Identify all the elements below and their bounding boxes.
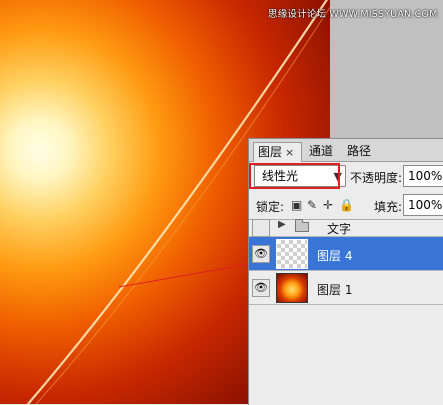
lock-row: 锁定: ▣ ✎ ✛ 🔒 填充: 100% bbox=[249, 193, 443, 220]
watermark: 思缘设计论坛 WWW.MISSYUAN.COM bbox=[268, 9, 438, 20]
expand-arrow-icon[interactable]: ▶ bbox=[278, 219, 286, 230]
lock-image-icon[interactable]: ✎ bbox=[307, 198, 317, 212]
layer-name: 文字 bbox=[327, 222, 352, 236]
blend-row: 线性光 ▼ 不透明度: 100% bbox=[249, 162, 443, 192]
layer-row-group[interactable]: ▶ 文字 bbox=[249, 219, 443, 237]
eye-icon[interactable]: 👁 bbox=[252, 279, 270, 297]
layers-panel: 图层 × 通道 路径 线性光 ▼ 不透明度: 100% 锁定: ▣ ✎ ✛ 🔒 填… bbox=[248, 138, 443, 405]
tab-layers[interactable]: 图层 × bbox=[253, 142, 302, 162]
lock-position-icon[interactable]: ✛ bbox=[323, 198, 333, 212]
close-icon[interactable]: × bbox=[285, 146, 294, 159]
tab-paths-label: 路径 bbox=[347, 144, 372, 158]
panel-tabs: 图层 × 通道 路径 bbox=[249, 139, 443, 162]
fill-input[interactable]: 100% bbox=[403, 194, 443, 216]
layer-name: 图层 4 bbox=[317, 249, 353, 263]
tab-channels[interactable]: 通道 bbox=[305, 142, 341, 161]
tab-layers-label: 图层 bbox=[258, 145, 283, 159]
lock-transparent-icon[interactable]: ▣ bbox=[291, 198, 302, 212]
layer-row-selected[interactable]: 👁 图层 4 bbox=[249, 237, 443, 271]
layer-thumbnail bbox=[276, 239, 308, 269]
eye-icon[interactable]: 👁 bbox=[252, 245, 270, 263]
highlight-box bbox=[249, 163, 340, 189]
opacity-input[interactable]: 100% bbox=[403, 165, 443, 187]
lock-label: 锁定: bbox=[256, 200, 285, 214]
fill-label: 填充: bbox=[374, 200, 403, 214]
layer-name: 图层 1 bbox=[317, 283, 353, 297]
tab-channels-label: 通道 bbox=[309, 144, 334, 158]
opacity-label: 不透明度: bbox=[350, 171, 403, 185]
layer-thumbnail bbox=[276, 273, 308, 303]
layer-row[interactable]: 👁 图层 1 bbox=[249, 271, 443, 305]
folder-icon bbox=[295, 219, 309, 232]
visibility-toggle[interactable] bbox=[252, 219, 270, 237]
tab-paths[interactable]: 路径 bbox=[343, 142, 379, 161]
lock-all-icon[interactable]: 🔒 bbox=[339, 198, 354, 212]
